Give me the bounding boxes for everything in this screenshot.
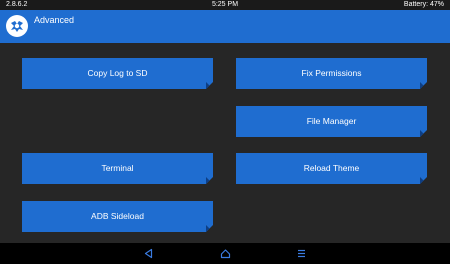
status-bar: 2.8.6.2 5:25 PM Battery: 47% [0,0,450,10]
twrp-screen: 2.8.6.2 5:25 PM Battery: 47% Advanced Co… [0,0,450,264]
menu-icon[interactable] [296,248,307,259]
terminal-button[interactable]: Terminal [22,153,213,184]
battery-text: Battery: 47% [403,1,444,8]
fix-permissions-button[interactable]: Fix Permissions [236,58,427,89]
header-bar: Advanced [0,10,450,43]
back-icon[interactable] [143,248,154,259]
navigation-bar [0,243,450,264]
twrp-logo-icon[interactable] [6,15,28,37]
page-title: Advanced [34,15,75,25]
adb-sideload-button[interactable]: ADB Sideload [22,201,213,232]
advanced-menu: Copy Log to SD Fix Permissions File Mana… [0,43,450,243]
file-manager-button[interactable]: File Manager [236,106,427,137]
copy-log-button[interactable]: Copy Log to SD [22,58,213,89]
clock-text: 5:25 PM [211,1,239,8]
home-icon[interactable] [220,248,231,259]
reload-theme-button[interactable]: Reload Theme [236,153,427,184]
